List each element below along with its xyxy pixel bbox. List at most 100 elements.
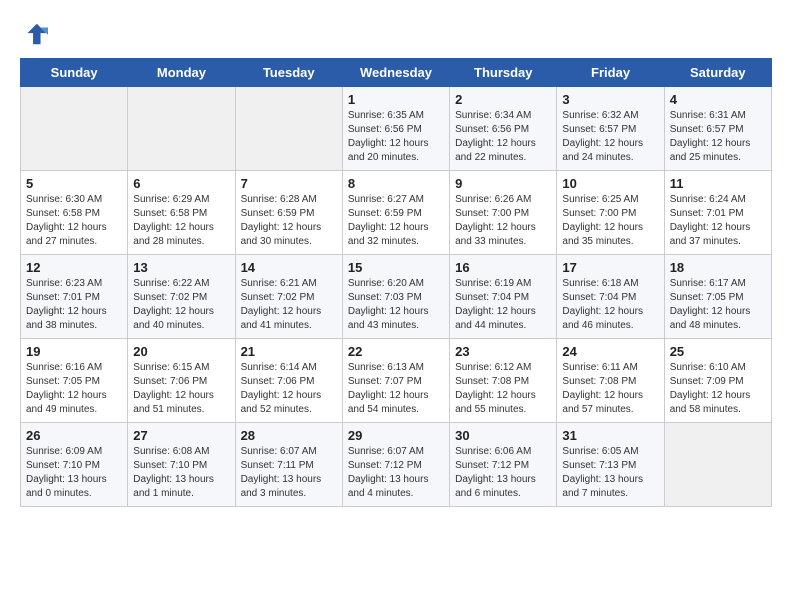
calendar-cell: 2 Sunrise: 6:34 AM Sunset: 6:56 PM Daylig… xyxy=(450,87,557,171)
day-number: 2 xyxy=(455,92,551,107)
day-info: Sunrise: 6:32 AM Sunset: 6:57 PM Dayligh… xyxy=(562,109,658,165)
calendar-cell: 16 Sunrise: 6:19 AM Sunset: 7:04 PM Dayli… xyxy=(450,255,557,339)
day-number: 25 xyxy=(670,344,766,359)
calendar-cell: 28 Sunrise: 6:07 AM Sunset: 7:11 PM Dayli… xyxy=(235,423,342,507)
day-number: 23 xyxy=(455,344,551,359)
calendar-week-row: 26 Sunrise: 6:09 AM Sunset: 7:10 PM Dayli… xyxy=(21,423,772,507)
day-info: Sunrise: 6:25 AM Sunset: 7:00 PM Dayligh… xyxy=(562,193,658,249)
day-info: Sunrise: 6:24 AM Sunset: 7:01 PM Dayligh… xyxy=(670,193,766,249)
day-info: Sunrise: 6:26 AM Sunset: 7:00 PM Dayligh… xyxy=(455,193,551,249)
calendar-cell: 5Sunrise: 6:30 AM Sunset: 6:58 PM Daylig… xyxy=(21,171,128,255)
day-info: Sunrise: 6:08 AM Sunset: 7:10 PM Dayligh… xyxy=(133,445,229,501)
day-info: Sunrise: 6:16 AM Sunset: 7:05 PM Dayligh… xyxy=(26,361,122,417)
calendar-cell: 29 Sunrise: 6:07 AM Sunset: 7:12 PM Dayli… xyxy=(342,423,449,507)
calendar-week-row: 5Sunrise: 6:30 AM Sunset: 6:58 PM Daylig… xyxy=(21,171,772,255)
calendar-cell xyxy=(235,87,342,171)
day-number: 6 xyxy=(133,176,229,191)
weekday-header: Wednesday xyxy=(342,59,449,87)
day-number: 30 xyxy=(455,428,551,443)
day-info: Sunrise: 6:27 AM Sunset: 6:59 PM Dayligh… xyxy=(348,193,444,249)
day-number: 17 xyxy=(562,260,658,275)
logo xyxy=(20,20,50,48)
day-number: 3 xyxy=(562,92,658,107)
day-info: Sunrise: 6:23 AM Sunset: 7:01 PM Dayligh… xyxy=(26,277,122,333)
calendar-table: SundayMondayTuesdayWednesdayThursdayFrid… xyxy=(20,58,772,507)
calendar-cell xyxy=(128,87,235,171)
weekday-header: Sunday xyxy=(21,59,128,87)
calendar-cell: 13 Sunrise: 6:22 AM Sunset: 7:02 PM Dayli… xyxy=(128,255,235,339)
weekday-header: Thursday xyxy=(450,59,557,87)
day-info: Sunrise: 6:31 AM Sunset: 6:57 PM Dayligh… xyxy=(670,109,766,165)
day-info: Sunrise: 6:15 AM Sunset: 7:06 PM Dayligh… xyxy=(133,361,229,417)
day-info: Sunrise: 6:17 AM Sunset: 7:05 PM Dayligh… xyxy=(670,277,766,333)
day-info: Sunrise: 6:34 AM Sunset: 6:56 PM Dayligh… xyxy=(455,109,551,165)
logo-icon xyxy=(20,20,48,48)
calendar-cell: 18Sunrise: 6:17 AM Sunset: 7:05 PM Dayli… xyxy=(664,255,771,339)
weekday-header: Monday xyxy=(128,59,235,87)
day-number: 29 xyxy=(348,428,444,443)
day-info: Sunrise: 6:30 AM Sunset: 6:58 PM Dayligh… xyxy=(26,193,122,249)
day-number: 15 xyxy=(348,260,444,275)
weekday-header: Tuesday xyxy=(235,59,342,87)
calendar-cell xyxy=(21,87,128,171)
day-number: 11 xyxy=(670,176,766,191)
day-number: 16 xyxy=(455,260,551,275)
day-info: Sunrise: 6:35 AM Sunset: 6:56 PM Dayligh… xyxy=(348,109,444,165)
day-info: Sunrise: 6:28 AM Sunset: 6:59 PM Dayligh… xyxy=(241,193,337,249)
day-number: 8 xyxy=(348,176,444,191)
day-info: Sunrise: 6:09 AM Sunset: 7:10 PM Dayligh… xyxy=(26,445,122,501)
calendar-cell: 8 Sunrise: 6:27 AM Sunset: 6:59 PM Daylig… xyxy=(342,171,449,255)
calendar-cell: 12 Sunrise: 6:23 AM Sunset: 7:01 PM Dayli… xyxy=(21,255,128,339)
day-info: Sunrise: 6:11 AM Sunset: 7:08 PM Dayligh… xyxy=(562,361,658,417)
calendar-cell: 17Sunrise: 6:18 AM Sunset: 7:04 PM Dayli… xyxy=(557,255,664,339)
day-info: Sunrise: 6:06 AM Sunset: 7:12 PM Dayligh… xyxy=(455,445,551,501)
day-info: Sunrise: 6:14 AM Sunset: 7:06 PM Dayligh… xyxy=(241,361,337,417)
day-info: Sunrise: 6:21 AM Sunset: 7:02 PM Dayligh… xyxy=(241,277,337,333)
day-info: Sunrise: 6:19 AM Sunset: 7:04 PM Dayligh… xyxy=(455,277,551,333)
day-info: Sunrise: 6:22 AM Sunset: 7:02 PM Dayligh… xyxy=(133,277,229,333)
calendar-cell: 26 Sunrise: 6:09 AM Sunset: 7:10 PM Dayli… xyxy=(21,423,128,507)
calendar-week-row: 19 Sunrise: 6:16 AM Sunset: 7:05 PM Dayli… xyxy=(21,339,772,423)
day-number: 22 xyxy=(348,344,444,359)
calendar-cell: 4Sunrise: 6:31 AM Sunset: 6:57 PM Daylig… xyxy=(664,87,771,171)
day-info: Sunrise: 6:13 AM Sunset: 7:07 PM Dayligh… xyxy=(348,361,444,417)
day-info: Sunrise: 6:29 AM Sunset: 6:58 PM Dayligh… xyxy=(133,193,229,249)
day-info: Sunrise: 6:12 AM Sunset: 7:08 PM Dayligh… xyxy=(455,361,551,417)
calendar-cell: 27 Sunrise: 6:08 AM Sunset: 7:10 PM Dayli… xyxy=(128,423,235,507)
calendar-cell: 22 Sunrise: 6:13 AM Sunset: 7:07 PM Dayli… xyxy=(342,339,449,423)
day-info: Sunrise: 6:05 AM Sunset: 7:13 PM Dayligh… xyxy=(562,445,658,501)
calendar-cell: 21 Sunrise: 6:14 AM Sunset: 7:06 PM Dayli… xyxy=(235,339,342,423)
calendar-week-row: 12 Sunrise: 6:23 AM Sunset: 7:01 PM Dayli… xyxy=(21,255,772,339)
day-number: 1 xyxy=(348,92,444,107)
day-number: 26 xyxy=(26,428,122,443)
calendar-cell: 10 Sunrise: 6:25 AM Sunset: 7:00 PM Dayli… xyxy=(557,171,664,255)
calendar-cell: 23 Sunrise: 6:12 AM Sunset: 7:08 PM Dayli… xyxy=(450,339,557,423)
day-number: 10 xyxy=(562,176,658,191)
day-number: 19 xyxy=(26,344,122,359)
calendar-cell: 31 Sunrise: 6:05 AM Sunset: 7:13 PM Dayli… xyxy=(557,423,664,507)
day-number: 13 xyxy=(133,260,229,275)
day-number: 9 xyxy=(455,176,551,191)
calendar-cell: 20 Sunrise: 6:15 AM Sunset: 7:06 PM Dayli… xyxy=(128,339,235,423)
day-number: 27 xyxy=(133,428,229,443)
day-number: 28 xyxy=(241,428,337,443)
weekday-header: Friday xyxy=(557,59,664,87)
day-info: Sunrise: 6:07 AM Sunset: 7:12 PM Dayligh… xyxy=(348,445,444,501)
calendar-cell: 30 Sunrise: 6:06 AM Sunset: 7:12 PM Dayli… xyxy=(450,423,557,507)
calendar-cell: 25Sunrise: 6:10 AM Sunset: 7:09 PM Dayli… xyxy=(664,339,771,423)
calendar-cell: 1 Sunrise: 6:35 AM Sunset: 6:56 PM Daylig… xyxy=(342,87,449,171)
calendar-cell: 24 Sunrise: 6:11 AM Sunset: 7:08 PM Dayli… xyxy=(557,339,664,423)
calendar-cell: 19 Sunrise: 6:16 AM Sunset: 7:05 PM Dayli… xyxy=(21,339,128,423)
calendar-cell: 14Sunrise: 6:21 AM Sunset: 7:02 PM Dayli… xyxy=(235,255,342,339)
calendar-cell: 6 Sunrise: 6:29 AM Sunset: 6:58 PM Daylig… xyxy=(128,171,235,255)
page-header xyxy=(20,20,772,48)
day-number: 31 xyxy=(562,428,658,443)
day-number: 24 xyxy=(562,344,658,359)
calendar-cell: 7 Sunrise: 6:28 AM Sunset: 6:59 PM Daylig… xyxy=(235,171,342,255)
day-number: 12 xyxy=(26,260,122,275)
day-number: 7 xyxy=(241,176,337,191)
day-number: 21 xyxy=(241,344,337,359)
calendar-cell: 9 Sunrise: 6:26 AM Sunset: 7:00 PM Daylig… xyxy=(450,171,557,255)
day-info: Sunrise: 6:07 AM Sunset: 7:11 PM Dayligh… xyxy=(241,445,337,501)
day-number: 20 xyxy=(133,344,229,359)
